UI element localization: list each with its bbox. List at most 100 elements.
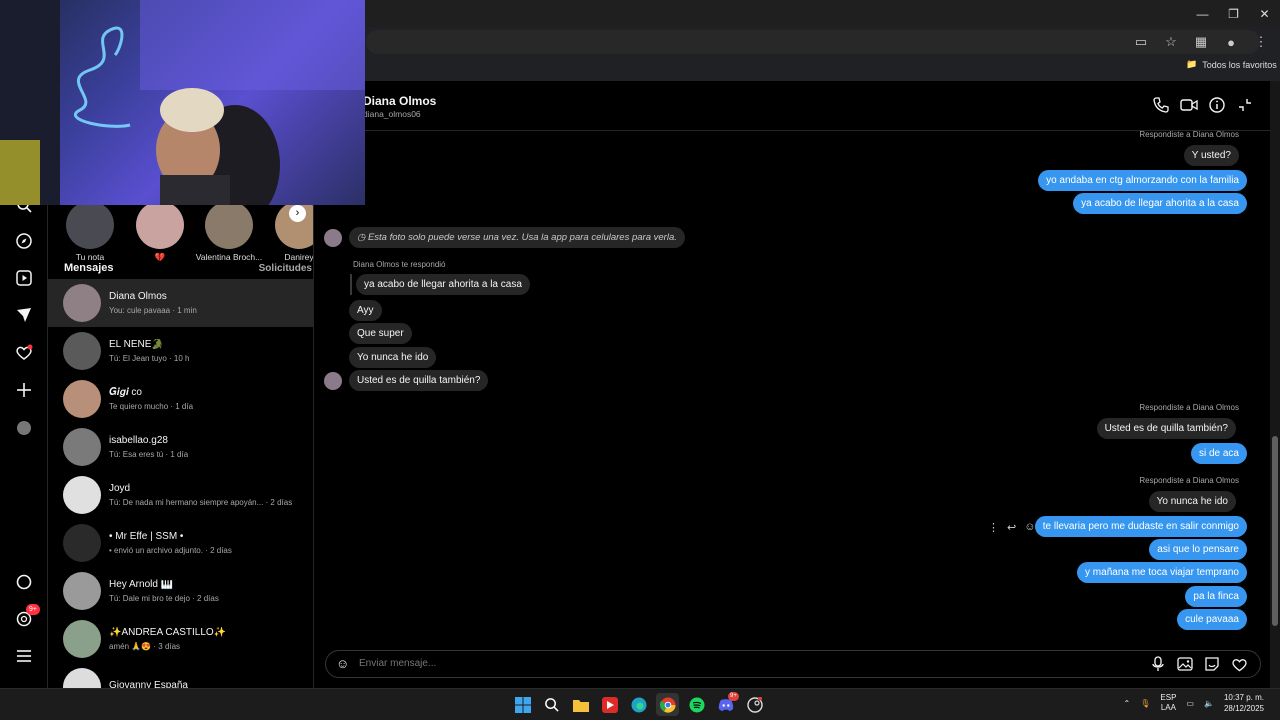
more-menu-icon[interactable]	[12, 644, 36, 668]
system-clock[interactable]: 10:37 p. m. 28/12/2025	[1224, 692, 1264, 714]
conversation-item[interactable]: Giovanny España	[48, 663, 313, 688]
note-item[interactable]: Valentina Broch...	[194, 201, 264, 262]
conversation-item[interactable]: Diana Olmos You: cule pavaaa · 1 min	[48, 279, 313, 327]
minimize-chat-icon[interactable]	[1236, 96, 1254, 114]
avatar	[63, 284, 101, 322]
avatar	[63, 620, 101, 658]
avatar	[63, 476, 101, 514]
language-indicator[interactable]: ESP LAA	[1160, 693, 1176, 713]
quoted-message: Yo nunca he ido	[1148, 491, 1236, 512]
quoted-message: Usted es de quilla también?	[1096, 418, 1236, 439]
image-upload-icon[interactable]	[1176, 655, 1194, 673]
taskbar-search-icon[interactable]	[540, 693, 563, 716]
avatar	[63, 380, 101, 418]
conversation-item[interactable]: Hey Arnold 🎹 Tú: Dale mi bro te dejo · 2 …	[48, 567, 313, 615]
phone-call-icon[interactable]	[1152, 96, 1170, 114]
red-app-icon[interactable]	[598, 693, 621, 716]
start-windows-icon[interactable]	[511, 693, 534, 716]
view-once-icon: ◷	[357, 232, 366, 243]
folder-icon: 📁	[1186, 59, 1198, 69]
meta-ai-icon[interactable]: 9+	[12, 604, 40, 631]
threads-icon[interactable]	[12, 570, 36, 594]
steam-icon[interactable]	[743, 693, 766, 716]
message-bubble-outgoing[interactable]: ya acabo de llegar ahorita a la casa	[1073, 193, 1247, 214]
conversation-item[interactable]: 𝑮𝒊𝒈𝒊 co Te quiero mucho · 1 día	[48, 375, 313, 423]
emoji-picker-icon[interactable]: ☺	[336, 656, 349, 671]
notifications-heart-icon[interactable]	[12, 341, 36, 365]
message-input[interactable]	[359, 651, 1139, 677]
minimize-button[interactable]: —	[1187, 0, 1218, 27]
sticker-icon[interactable]	[1203, 655, 1221, 673]
requests-link[interactable]: Solicitudes	[259, 263, 312, 274]
contact-avatar	[324, 372, 342, 390]
avatar	[63, 668, 101, 688]
close-window-button[interactable]: ✕	[1249, 0, 1280, 27]
all-bookmarks[interactable]: 📁 Todos los favoritos	[1186, 59, 1277, 70]
browser-menu-icon[interactable]: ⋮	[1252, 33, 1270, 51]
contact-avatar	[324, 229, 342, 247]
discord-badge: 9+	[728, 692, 739, 701]
extensions-icon[interactable]: ▦	[1192, 33, 1210, 51]
webcam-feed-image	[0, 0, 365, 205]
emoji-react-icon[interactable]: ☺	[1024, 521, 1035, 534]
microphone-icon[interactable]	[1149, 655, 1167, 673]
create-plus-icon[interactable]	[12, 378, 36, 402]
profile-avatar-icon[interactable]: ●	[1222, 33, 1240, 51]
profile-avatar[interactable]	[12, 416, 36, 440]
notes-next-arrow-icon[interactable]: ›	[289, 205, 306, 222]
like-heart-icon[interactable]	[1230, 655, 1248, 673]
message-bubble-outgoing[interactable]: cule pavaaa	[1177, 609, 1247, 630]
quoted-message: Y usted?	[1183, 145, 1239, 166]
install-app-icon[interactable]: ▭	[1132, 33, 1150, 51]
message-bubble-outgoing[interactable]: te llevaria pero me dudaste en salir con…	[1034, 516, 1247, 537]
note-item[interactable]: 💔	[125, 201, 195, 263]
info-icon[interactable]	[1208, 96, 1226, 114]
message-bubble-incoming[interactable]: Usted es de quilla también?	[349, 370, 489, 391]
show-hidden-icons-chevron-icon[interactable]: ⌃	[1124, 699, 1131, 708]
chat-contact-name[interactable]: Diana Olmos	[363, 94, 436, 108]
chrome-browser-icon[interactable]	[656, 693, 679, 716]
window-controls: — ❐ ✕	[1187, 0, 1280, 27]
reply-meta: Diana Olmos te respondió	[353, 260, 446, 269]
message-bubble-outgoing[interactable]: yo andaba en ctg almorzando con la famil…	[1038, 170, 1247, 191]
view-once-photo-notice[interactable]: ◷ Esta foto solo puede verse una vez. Us…	[349, 227, 685, 248]
network-icon[interactable]: ▭	[1186, 699, 1194, 708]
message-bubble-incoming[interactable]: Ayy	[349, 300, 382, 321]
windows-taskbar: 9+ ⌃ 🎙 ESP LAA ▭ 🔈 10:37 p. m. 28/12/202…	[0, 688, 1280, 720]
conversation-item[interactable]: isabellao.g28 Tú: Esa eres tú · 1 día	[48, 423, 313, 471]
avatar	[63, 428, 101, 466]
microphone-tray-icon[interactable]: 🎙	[1140, 699, 1150, 708]
bookmark-star-icon[interactable]: ☆	[1162, 33, 1180, 51]
explore-compass-icon[interactable]	[12, 229, 36, 253]
video-call-icon[interactable]	[1180, 96, 1198, 114]
restore-button[interactable]: ❐	[1218, 0, 1249, 27]
reply-arrow-icon[interactable]: ↩	[1007, 521, 1016, 534]
message-bubble-outgoing[interactable]: si de aca	[1190, 443, 1247, 464]
message-bubble-incoming[interactable]: Que super	[349, 323, 412, 344]
discord-icon[interactable]: 9+	[714, 692, 739, 716]
message-bubble-outgoing[interactable]: pa la finca	[1185, 586, 1247, 607]
file-explorer-icon[interactable]	[569, 693, 592, 716]
conversation-item[interactable]: EL NENE🐊 Tú: El Jean tuyo · 10 h	[48, 327, 313, 375]
spotify-icon[interactable]	[685, 693, 708, 716]
message-bubble-incoming[interactable]: Yo nunca he ido	[349, 347, 437, 368]
message-bubble-outgoing[interactable]: asi que lo pensare	[1149, 539, 1247, 560]
reels-icon[interactable]	[12, 266, 36, 290]
note-avatar	[136, 201, 184, 249]
reply-meta: Respondiste a Diana Olmos	[1139, 403, 1239, 412]
page-scrollbar[interactable]	[1270, 81, 1280, 688]
more-options-icon[interactable]: ⋮	[988, 521, 999, 534]
scrollbar-thumb[interactable]	[1272, 436, 1278, 626]
address-bar[interactable]	[366, 30, 1260, 54]
chat-contact-username: diana_olmos06	[363, 109, 421, 119]
volume-icon[interactable]: 🔈	[1204, 699, 1214, 708]
edge-browser-icon[interactable]	[627, 693, 650, 716]
message-actions: ⋮ ↩ ☺	[988, 521, 1035, 534]
message-bubble-outgoing[interactable]: y mañana me toca viajar temprano	[1077, 562, 1247, 583]
note-item[interactable]: Tu nota	[55, 201, 125, 262]
conversation-item[interactable]: • Mr Effe | SSM • • envió un archivo adju…	[48, 519, 313, 567]
messages-icon[interactable]	[12, 303, 36, 327]
conversation-item[interactable]: Joyd Tú: De nada mi hermano siempre apoyá…	[48, 471, 313, 519]
reply-meta: Respondiste a Diana Olmos	[1139, 476, 1239, 485]
conversation-item[interactable]: ✨ANDREA CASTILLO✨ amén 🙏😍 · 3 días	[48, 615, 313, 663]
